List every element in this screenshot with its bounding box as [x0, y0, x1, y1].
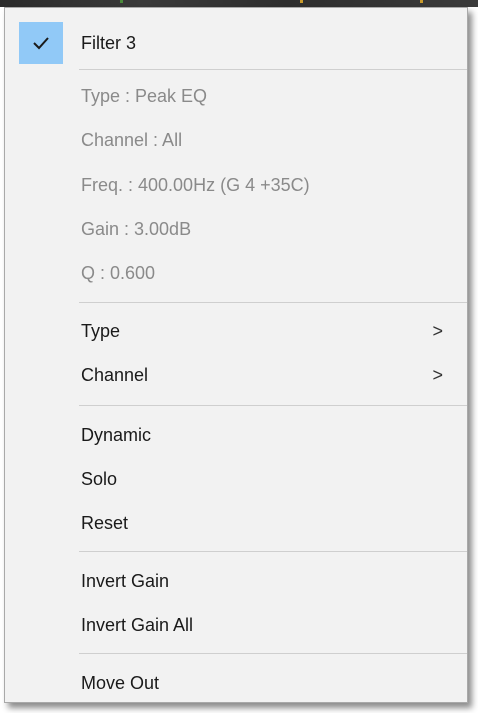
separator [79, 69, 467, 70]
chevron-right-icon: > [432, 320, 443, 341]
info-channel-label: Channel : All [81, 129, 183, 150]
menu-item-dynamic[interactable]: Dynamic [5, 413, 467, 457]
menu-item-move-out[interactable]: Move Out [5, 661, 467, 705]
background-window-strip [0, 0, 478, 7]
info-channel: Channel : All [5, 118, 467, 162]
separator [79, 653, 467, 654]
menu-item-label: Reset [81, 512, 129, 533]
menu-item-invert-gain-all[interactable]: Invert Gain All [5, 603, 467, 647]
menu-item-filter-3[interactable]: Filter 3 [5, 21, 467, 65]
info-type-label: Type : Peak EQ [81, 85, 208, 106]
info-q-label: Q : 0.600 [81, 262, 156, 283]
context-menu: Filter 3 Type : Peak EQ Channel : All Fr… [4, 7, 468, 703]
menu-item-label: Dynamic [81, 424, 152, 445]
info-freq-label: Freq. : 400.00Hz (G 4 +35C) [81, 174, 310, 195]
separator [79, 551, 467, 552]
menu-item-label: Channel [81, 364, 149, 385]
menu-item-label: Type [81, 320, 121, 341]
menu-item-reset[interactable]: Reset [5, 501, 467, 545]
menu-item-type[interactable]: Type > [5, 309, 467, 353]
info-q: Q : 0.600 [5, 251, 467, 295]
info-gain: Gain : 3.00dB [5, 207, 467, 251]
menu-item-label: Solo [81, 468, 118, 489]
info-gain-label: Gain : 3.00dB [81, 218, 192, 239]
menu-item-label: Move Out [81, 672, 160, 693]
info-freq: Freq. : 400.00Hz (G 4 +35C) [5, 163, 467, 207]
info-type: Type : Peak EQ [5, 74, 467, 118]
menu-item-invert-gain[interactable]: Invert Gain [5, 559, 467, 603]
menu-item-label: Invert Gain All [81, 614, 194, 635]
menu-item-label: Invert Gain [81, 570, 170, 591]
menu-item-channel[interactable]: Channel > [5, 353, 467, 397]
chevron-right-icon: > [432, 364, 443, 385]
menu-item-solo[interactable]: Solo [5, 457, 467, 501]
separator [79, 302, 467, 303]
menu-item-label: Filter 3 [81, 32, 137, 53]
separator [79, 405, 467, 406]
